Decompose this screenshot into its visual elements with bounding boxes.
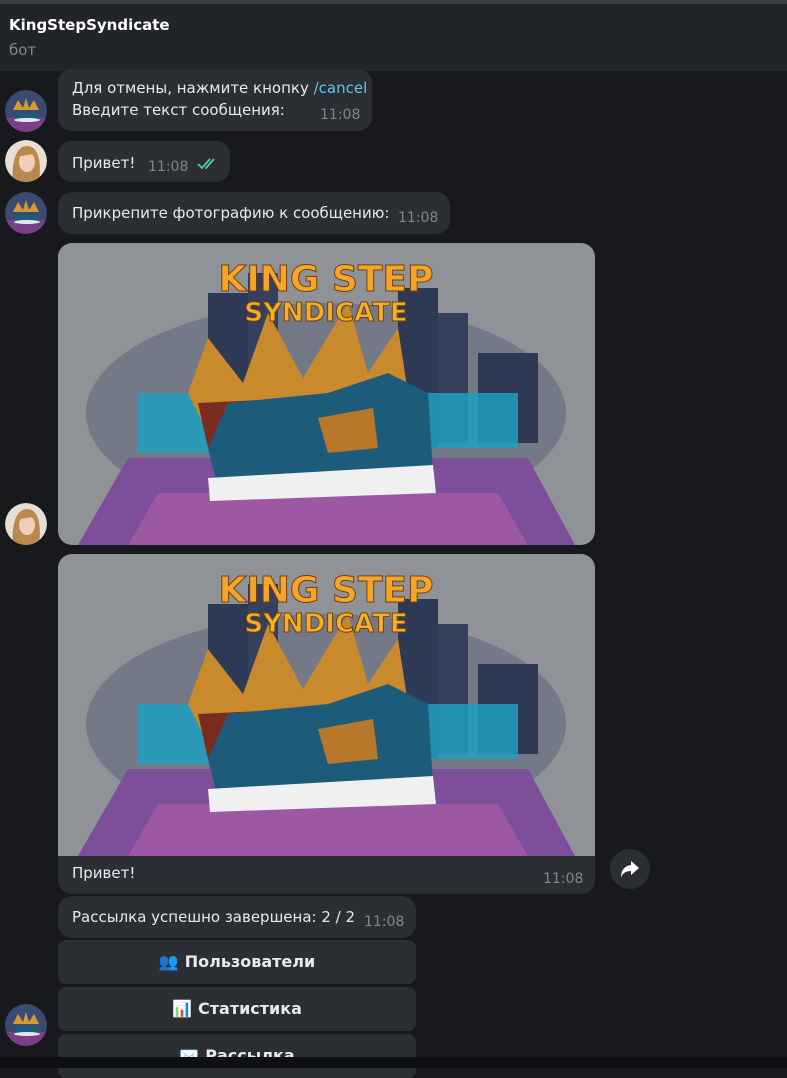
poster-title-line2: SYNDICATE bbox=[244, 298, 407, 328]
message-bubble-bot[interactable]: Для отмены, нажмите кнопку /cancel Введи… bbox=[58, 69, 372, 131]
inline-button-label: Пользователи bbox=[184, 952, 316, 971]
photo-message[interactable]: KING STEP SYNDICATE bbox=[58, 243, 595, 545]
inline-button-statistics[interactable]: 📊 Статистика bbox=[58, 987, 416, 1031]
chat-header[interactable]: KingStepSyndicate бот bbox=[0, 4, 787, 71]
user-avatar[interactable] bbox=[5, 503, 47, 545]
message-time: 11:08 bbox=[364, 914, 405, 930]
double-check-icon bbox=[197, 157, 219, 175]
poster-image: KING STEP SYNDICATE bbox=[58, 554, 595, 856]
message-text: Введите текст сообщения: bbox=[72, 101, 285, 119]
inline-button-label: Статистика bbox=[198, 999, 302, 1018]
inline-button-users[interactable]: 👥 Пользователи bbox=[58, 940, 416, 984]
bot-avatar[interactable] bbox=[5, 1004, 47, 1046]
poster-image: KING STEP SYNDICATE bbox=[58, 243, 595, 545]
share-arrow-icon bbox=[620, 860, 640, 882]
message-text: Привет! bbox=[72, 154, 136, 172]
envelope-icon: ✉️ bbox=[179, 1046, 200, 1065]
cancel-command-link[interactable]: /cancel bbox=[314, 79, 368, 97]
chat-subtitle: бот bbox=[9, 41, 37, 59]
forward-button[interactable] bbox=[610, 849, 650, 889]
message-text: Прикрепите фотографию к сообщению: bbox=[72, 204, 390, 222]
message-bubble-bot[interactable]: Рассылка успешно завершена: 2 / 2 11:08 bbox=[58, 896, 416, 938]
message-bubble-user[interactable]: Привет! 11:08 bbox=[58, 141, 230, 182]
poster-title-line2: SYNDICATE bbox=[244, 609, 407, 639]
poster-title-line1: KING STEP bbox=[219, 259, 434, 300]
message-text: Рассылка успешно завершена: 2 / 2 bbox=[72, 908, 356, 926]
message-time: 11:08 bbox=[320, 107, 361, 123]
message-time: 11:08 bbox=[398, 210, 439, 226]
chat-title[interactable]: KingStepSyndicate bbox=[9, 16, 170, 34]
bot-avatar[interactable] bbox=[5, 90, 47, 132]
message-bubble-bot[interactable]: Прикрепите фотографию к сообщению: 11:08 bbox=[58, 192, 450, 234]
bot-avatar[interactable] bbox=[5, 192, 47, 234]
bar-chart-icon: 📊 bbox=[172, 999, 192, 1018]
photo-message-with-caption[interactable]: KING STEP SYNDICATE Привет! 11:08 bbox=[58, 554, 595, 894]
users-icon: 👥 bbox=[158, 952, 179, 971]
photo-caption: Привет! bbox=[72, 864, 136, 882]
inline-button-broadcast[interactable]: ✉️ Рассылка bbox=[58, 1034, 416, 1078]
bottom-edge bbox=[0, 1057, 787, 1068]
message-time: 11:08 bbox=[543, 871, 584, 887]
message-time: 11:08 bbox=[148, 159, 189, 175]
message-text: Для отмены, нажмите кнопку /cancel bbox=[72, 79, 368, 97]
user-avatar[interactable] bbox=[5, 140, 47, 182]
poster-title-line1: KING STEP bbox=[219, 570, 434, 611]
